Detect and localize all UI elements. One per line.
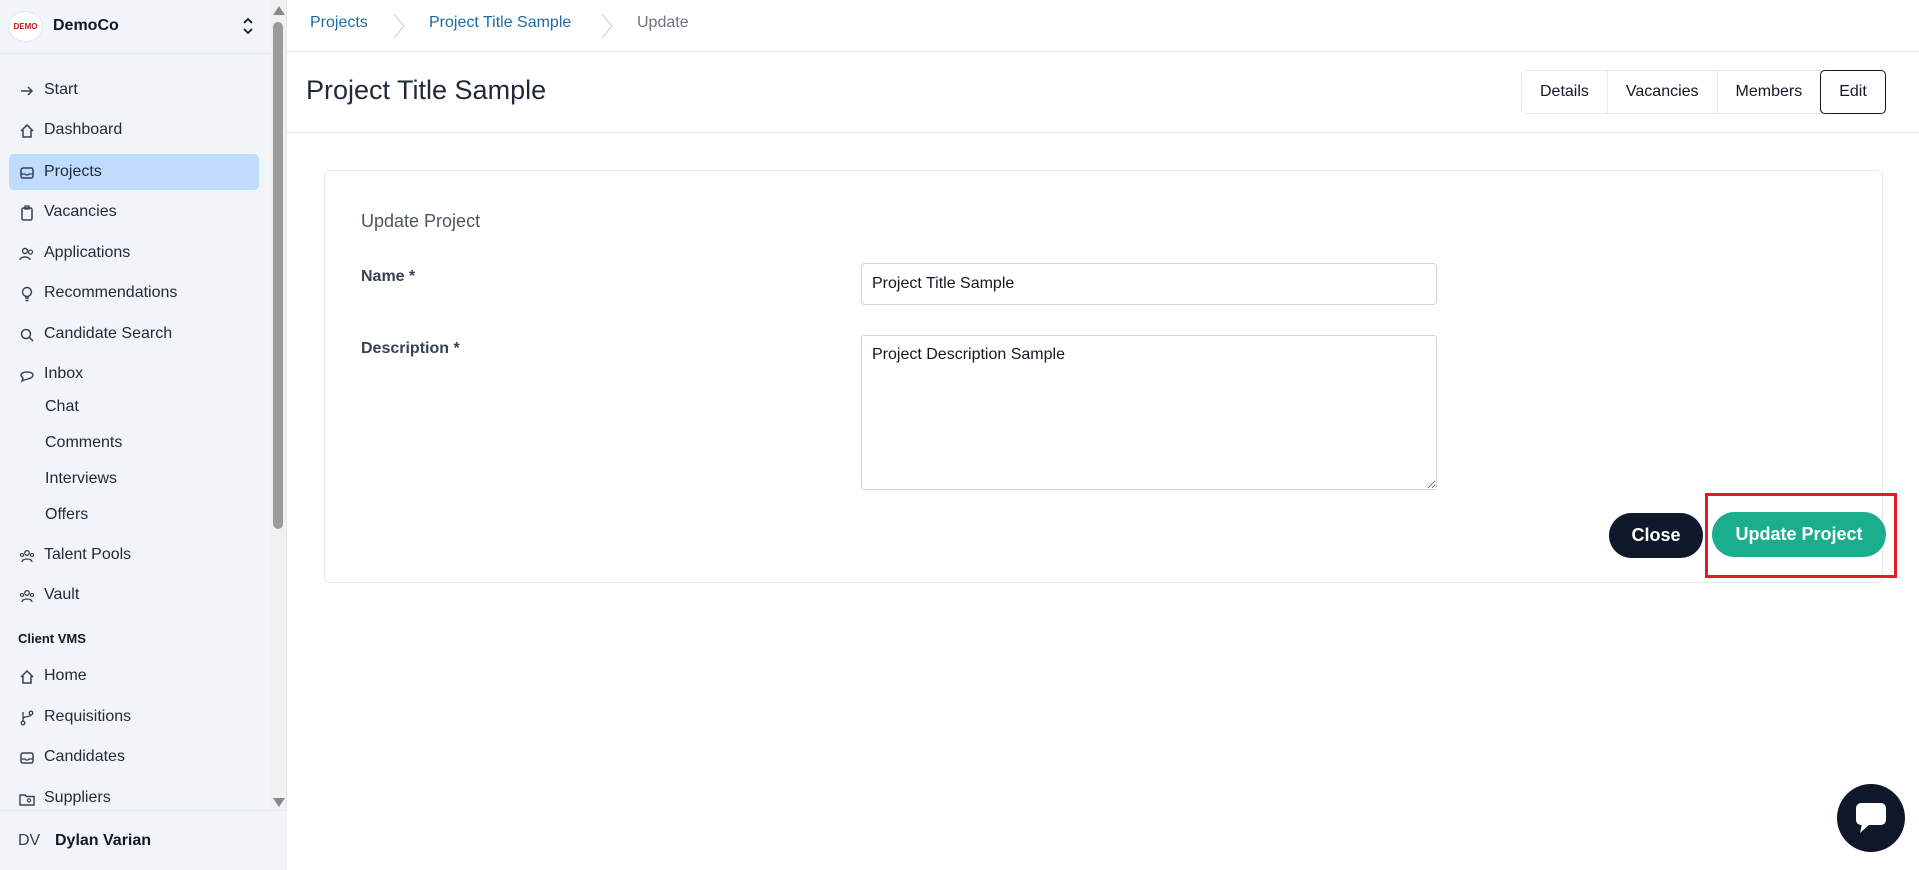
tab-members[interactable]: Members xyxy=(1717,71,1822,113)
page-title: Project Title Sample xyxy=(306,75,547,105)
org-logo: DEMO xyxy=(8,11,43,42)
sidebar-subitem-offers[interactable]: Offers xyxy=(45,506,88,524)
scrollbar-thumb[interactable] xyxy=(273,22,283,529)
breadcrumb-projects[interactable]: Projects xyxy=(310,14,368,32)
sidebar-item-suppliers[interactable]: Suppliers xyxy=(9,780,259,810)
description-label: Description * xyxy=(361,340,460,357)
home-icon xyxy=(20,669,34,684)
user-name: Dylan Varian xyxy=(55,832,152,849)
tab-vacancies[interactable]: Vacancies xyxy=(1607,71,1718,113)
sidebar-item-label: Candidates xyxy=(44,748,125,765)
avatar: DV xyxy=(18,832,41,849)
sidebar-item-label: Candidate Search xyxy=(44,325,173,342)
folder-user-icon xyxy=(19,794,35,806)
sidebar-item-home[interactable]: Home xyxy=(9,658,259,694)
close-button[interactable]: Close xyxy=(1609,513,1703,558)
users-icon xyxy=(19,247,34,261)
sidebar-item-vault[interactable]: Vault xyxy=(9,577,259,613)
inbox-stack-icon xyxy=(20,752,34,764)
sidebar-item-label: Inbox xyxy=(44,365,84,382)
sidebar-item-vacancies[interactable]: Vacancies xyxy=(9,194,259,230)
sidebar-item-label: Applications xyxy=(44,244,131,261)
update-project-button[interactable]: Update Project xyxy=(1712,512,1886,557)
chevron-right-icon xyxy=(601,13,613,39)
name-input[interactable] xyxy=(861,263,1437,305)
sidebar-item-label: Suppliers xyxy=(44,789,111,806)
arrow-right-icon xyxy=(21,86,34,96)
tab-edit[interactable]: Edit xyxy=(1820,70,1886,114)
lightbulb-icon xyxy=(21,286,33,302)
sidebar-item-applications[interactable]: Applications xyxy=(9,235,259,271)
sidebar-item-label: Start xyxy=(44,81,78,98)
sidebar-item-requisitions[interactable]: Requisitions xyxy=(9,699,259,735)
sidebar-scrollbar[interactable] xyxy=(270,0,286,810)
chat-icon xyxy=(1856,803,1886,833)
name-label: Name * xyxy=(361,268,416,285)
sidebar-item-label: Dashboard xyxy=(44,121,123,138)
description-textarea[interactable]: Project Description Sample xyxy=(861,335,1437,490)
sidebar-item-label: Home xyxy=(44,667,87,684)
sidebar-item-dashboard[interactable]: Dashboard xyxy=(9,112,259,148)
people-group-icon xyxy=(19,550,35,563)
sidebar-item-start[interactable]: Start xyxy=(9,72,259,108)
scroll-down-icon[interactable] xyxy=(273,798,285,807)
search-icon xyxy=(20,328,34,342)
sidebar-item-label: Projects xyxy=(44,163,102,180)
sidebar-subitem-comments[interactable]: Comments xyxy=(45,434,122,452)
sidebar-subitem-interviews[interactable]: Interviews xyxy=(45,470,117,488)
sidebar-item-label: Requisitions xyxy=(44,708,132,725)
sidebar-item-talent-pools[interactable]: Talent Pools xyxy=(9,537,259,573)
section-label-client-vms: Client VMS xyxy=(18,631,86,646)
page-tabs: Details Vacancies Members Edit xyxy=(1521,70,1886,114)
chat-widget-button[interactable] xyxy=(1837,784,1905,852)
org-name: DemoCo xyxy=(53,17,119,34)
sidebar-subitem-chat[interactable]: Chat xyxy=(45,398,79,416)
sidebar-item-label: Talent Pools xyxy=(44,546,132,563)
sidebar-item-label: Vacancies xyxy=(44,203,117,220)
breadcrumb-current: Update xyxy=(637,14,689,31)
scroll-up-icon[interactable] xyxy=(273,6,285,15)
sidebar-item-projects[interactable]: Projects xyxy=(9,154,259,190)
inbox-stack-icon xyxy=(20,167,34,179)
breadcrumb-project[interactable]: Project Title Sample xyxy=(429,14,571,32)
breadcrumb: Projects Project Title Sample Update xyxy=(287,0,1919,52)
chevron-up-down-icon[interactable] xyxy=(240,15,256,37)
sidebar-item-candidate-search[interactable]: Candidate Search xyxy=(9,316,259,352)
sidebar-item-inbox[interactable]: Inbox xyxy=(9,356,259,392)
page-header: Project Title Sample Details Vacancies M… xyxy=(287,52,1919,133)
main-content: Projects Project Title Sample Update Pro… xyxy=(287,0,1919,870)
home-icon xyxy=(20,123,34,138)
tab-details[interactable]: Details xyxy=(1522,71,1608,113)
user-menu[interactable]: DV Dylan Varian xyxy=(0,810,287,870)
sidebar-nav: Start Dashboard Projects Vacancies Appli… xyxy=(0,54,270,810)
sidebar: DEMO DemoCo Start Dashboard Projects Vac… xyxy=(0,0,287,870)
sidebar-item-label: Recommendations xyxy=(44,284,178,301)
branch-icon xyxy=(20,710,34,726)
chat-bubble-icon xyxy=(20,371,34,383)
sidebar-item-label: Vault xyxy=(44,586,80,603)
chevron-right-icon xyxy=(393,13,405,39)
form-title: Update Project xyxy=(361,211,481,231)
clipboard-icon xyxy=(21,205,33,221)
sidebar-item-recommendations[interactable]: Recommendations xyxy=(9,275,259,311)
people-group-icon xyxy=(19,590,35,603)
update-project-form: Update Project Name * Description * Proj… xyxy=(324,170,1897,583)
sidebar-item-candidates[interactable]: Candidates xyxy=(9,739,259,775)
org-switcher[interactable]: DEMO DemoCo xyxy=(0,0,270,54)
